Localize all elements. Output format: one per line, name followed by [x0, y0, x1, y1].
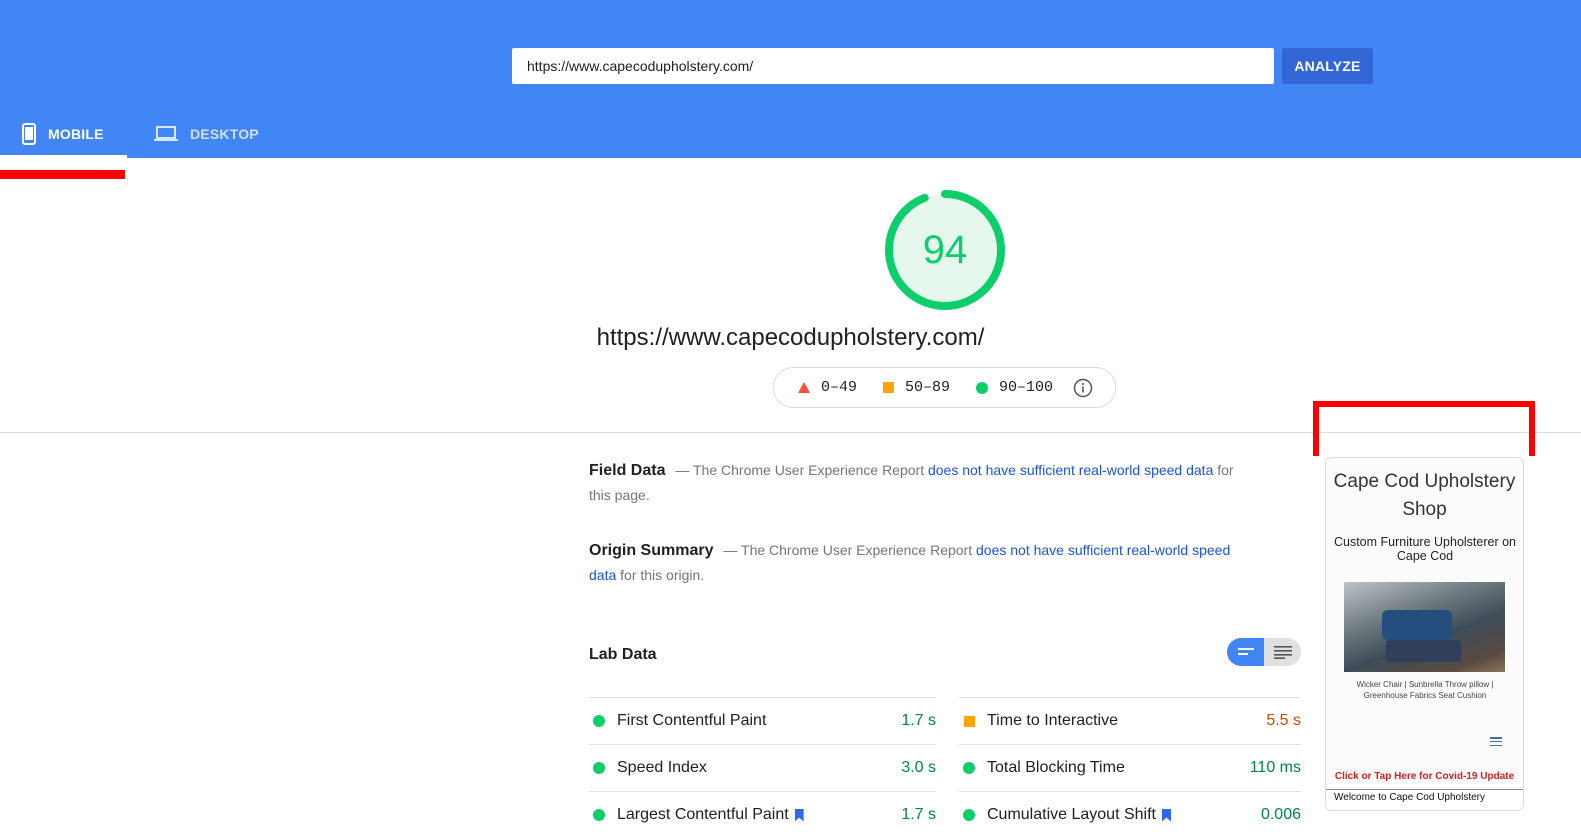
metric-value: 1.7 s: [901, 712, 936, 729]
metric-value: 3.0 s: [901, 759, 936, 776]
field-data-title: Field Data: [589, 462, 666, 479]
pass-circle-icon: [963, 762, 975, 774]
pass-circle-icon: [963, 809, 975, 821]
lab-data-title: Lab Data: [589, 646, 657, 663]
active-tab-indicator: [0, 155, 127, 158]
site-title: Cape Cod Upholstery Shop: [1333, 471, 1516, 520]
metric-name: Cumulative Layout Shift: [987, 806, 1261, 824]
square-icon: [883, 382, 895, 393]
phone-icon: [22, 123, 36, 145]
page-screenshot-thumbnail: Cape Cod Upholstery Shop Custom Furnitur…: [1325, 457, 1524, 811]
metric-value: 0.006: [1260, 806, 1301, 823]
metric-name: Speed Index: [617, 759, 707, 776]
metrics-right-column: Time to Interactive 5.5 s Total Blocking T…: [959, 697, 1301, 838]
pass-circle-icon: [593, 715, 605, 727]
performance-gauge: 94: [884, 189, 1006, 311]
average-square-icon: [963, 715, 975, 727]
info-icon[interactable]: [1073, 378, 1093, 398]
tab-desktop-label: DESKTOP: [190, 126, 259, 142]
legend-average: 50–89: [883, 379, 950, 396]
legend-pass: 90–100: [976, 379, 1053, 396]
legend-fail: 0–49: [798, 379, 857, 396]
bookmark-icon: [794, 808, 804, 822]
origin-summary-title: Origin Summary: [589, 542, 714, 559]
summary-view-button[interactable]: [1227, 638, 1264, 666]
laptop-icon: [154, 126, 178, 142]
report-url: https://www.capecodupholstery.com/: [596, 324, 985, 351]
metric-value: 5.5 s: [1266, 712, 1301, 729]
metric-value: 110 ms: [1249, 759, 1301, 776]
metric-name: Time to Interactive: [987, 712, 1119, 729]
origin-summary-text-end: for this origin.: [616, 567, 705, 583]
metric-row: Speed Index 3.0 s: [589, 744, 936, 791]
legend-pass-label: 90–100: [999, 379, 1054, 396]
bookmark-icon: [1161, 808, 1171, 822]
welcome-text: Welcome to Cape Cod Upholstery: [1326, 789, 1523, 809]
score-legend: 0–49 50–89 90–100: [773, 367, 1116, 408]
metric-name: Largest Contentful Paint: [617, 806, 901, 824]
tab-desktop[interactable]: DESKTOP: [150, 110, 260, 158]
metric-row: Total Blocking Time 110 ms: [959, 744, 1301, 791]
annotation-underline: [0, 170, 125, 179]
chair-photo: [1344, 582, 1505, 672]
performance-score: 94: [922, 227, 968, 272]
covid-update-link[interactable]: Click or Tap Here for Covid-19 Update: [1326, 771, 1523, 782]
metric-row: Time to Interactive 5.5 s: [959, 697, 1301, 744]
metric-name: Total Blocking Time: [987, 759, 1125, 776]
field-data-link[interactable]: does not have sufficient real-world spee…: [928, 462, 1213, 478]
photo-caption: Wicker Chair | Sunbrella Throw pillow | …: [1356, 680, 1494, 700]
circle-icon: [976, 381, 989, 394]
analyze-button[interactable]: ANALYZE: [1282, 48, 1373, 84]
tab-mobile-label: MOBILE: [48, 126, 104, 142]
origin-summary-section: Origin Summary — The Chrome User Experie…: [589, 538, 1249, 587]
triangle-icon: [798, 382, 810, 393]
origin-summary-text: — The Chrome User Experience Report: [723, 542, 976, 558]
metric-row: Cumulative Layout Shift 0.006: [959, 791, 1301, 838]
view-toggle[interactable]: [1227, 638, 1301, 666]
pass-circle-icon: [593, 809, 605, 821]
metric-name: First Contentful Paint: [617, 712, 767, 729]
legend-average-label: 50–89: [905, 379, 951, 396]
photo-seat: [1386, 640, 1461, 662]
site-subtitle: Custom Furniture Upholsterer on Cape Cod: [1333, 535, 1517, 563]
photo-pillow: [1382, 610, 1452, 640]
expanded-view-button[interactable]: [1264, 638, 1301, 666]
annotation-box: [1313, 401, 1535, 456]
metrics-left-column: First Contentful Paint 1.7 s Speed Index 3.…: [589, 697, 936, 838]
metric-row: Largest Contentful Paint 1.7 s: [589, 791, 936, 838]
url-input[interactable]: [512, 48, 1274, 84]
field-data-text: — The Chrome User Experience Report: [675, 462, 928, 478]
hamburger-menu-icon[interactable]: [1490, 737, 1502, 746]
tab-mobile[interactable]: MOBILE: [0, 110, 127, 158]
field-data-section: Field Data — The Chrome User Experience …: [589, 458, 1249, 507]
metric-value: 1.7 s: [901, 806, 936, 823]
legend-fail-label: 0–49: [821, 379, 858, 396]
pass-circle-icon: [593, 762, 605, 774]
metric-row: First Contentful Paint 1.7 s: [589, 697, 936, 744]
